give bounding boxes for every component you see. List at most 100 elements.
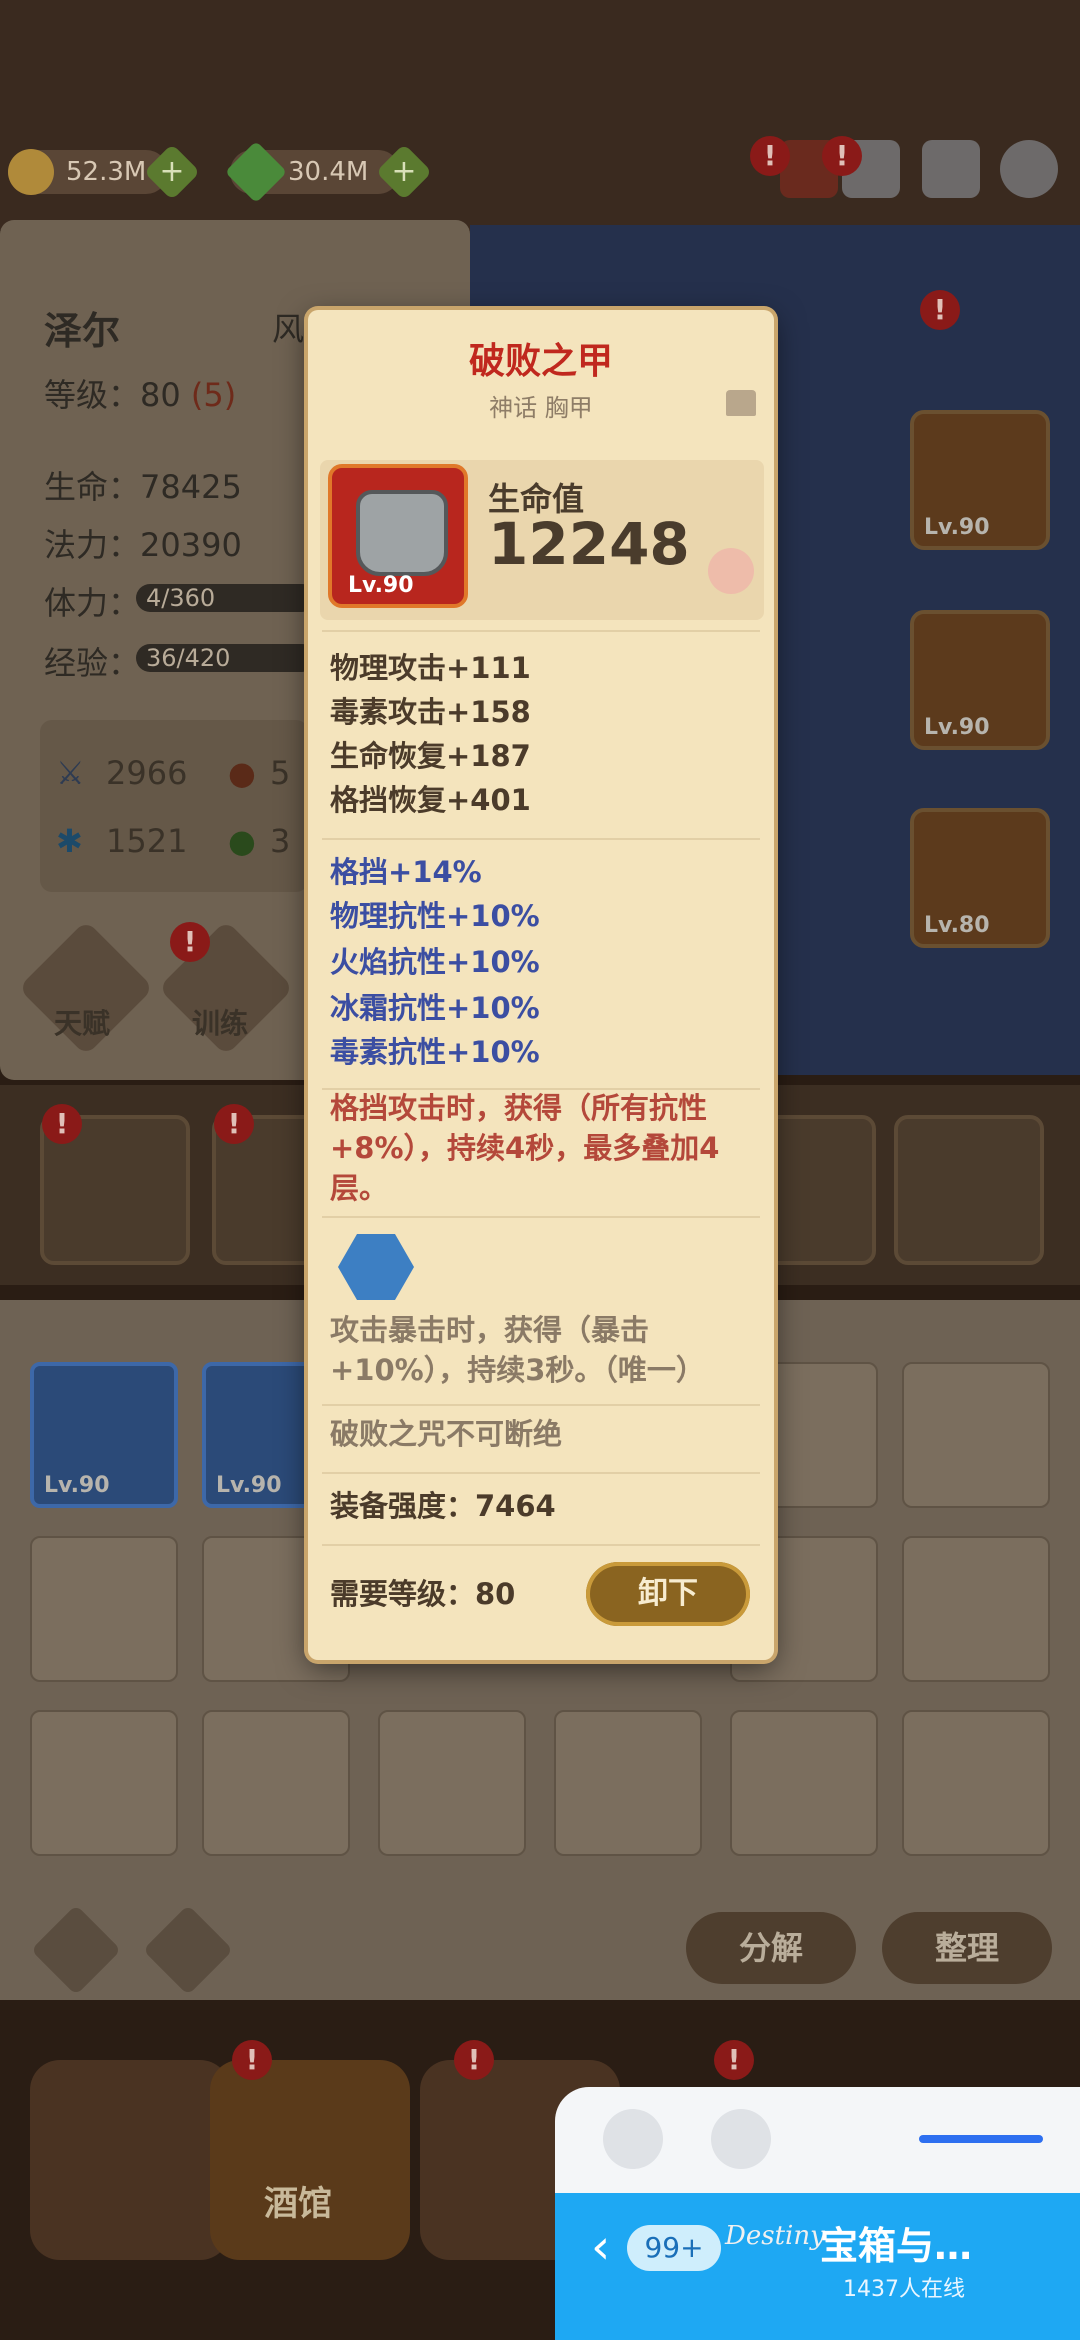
- back-icon[interactable]: ‹: [591, 2219, 610, 2275]
- inventory-slot[interactable]: [902, 1362, 1050, 1508]
- hp-row: 生命：78425: [44, 468, 242, 506]
- frost-icon: ✱: [56, 822, 83, 860]
- locked-slot-2[interactable]: [894, 1115, 1044, 1265]
- base-stat: 格挡恢复+401: [330, 783, 531, 817]
- set-effect-text: 格挡攻击时，获得（所有抗性+8%），持续4秒，最多叠加4层。: [330, 1091, 720, 1205]
- talent-label: 天赋: [54, 1007, 111, 1040]
- train-label: 训练: [192, 1007, 249, 1040]
- alert-icon: !: [454, 2040, 494, 2080]
- nav-town[interactable]: [30, 2060, 230, 2260]
- tooltip-header: 破败之甲 神话 胸甲: [308, 310, 774, 422]
- add-gems-button[interactable]: +: [375, 143, 433, 201]
- alert-icon: !: [232, 2040, 272, 2080]
- inventory-slot[interactable]: [378, 1710, 526, 1856]
- poison-icon: ●: [228, 822, 256, 860]
- equipment-slot-trinket[interactable]: Lv.80: [910, 808, 1050, 948]
- live-room-bar: ‹ 99+ Destiny 宝箱与… 1437人在线: [555, 2193, 1080, 2340]
- room-title[interactable]: 宝箱与…: [820, 2215, 972, 2270]
- destiny-logo: Destiny: [725, 2221, 825, 2251]
- gold-counter: 52.3M +: [8, 143, 201, 201]
- gold-coin-icon: [8, 149, 54, 195]
- alert-icon: !: [214, 1104, 254, 1144]
- exp-label: 经验：: [44, 644, 141, 682]
- item-type: 神话 胸甲: [489, 394, 593, 422]
- inventory-slot[interactable]: [902, 1710, 1050, 1856]
- gem-effect-text: 攻击暴击时，获得（暴击+10%），持续3秒。（唯一）: [330, 1313, 705, 1387]
- gold-amount: 52.3M: [66, 157, 147, 187]
- inventory-slot[interactable]: [30, 1536, 178, 1682]
- poison-value: 3: [270, 822, 291, 860]
- equipment-power: 装备强度：7464: [330, 1489, 556, 1523]
- alert-icon: !: [714, 2040, 754, 2080]
- hero-attributes: [40, 720, 308, 892]
- base-stat: 生命恢复+187: [330, 739, 531, 773]
- stamina-label: 体力：: [44, 584, 141, 622]
- mana-row: 法力：20390: [44, 526, 242, 564]
- inventory-slot[interactable]: [202, 1710, 350, 1856]
- base-stat: 毒素攻击+158: [330, 695, 531, 729]
- inventory-slot[interactable]: [902, 1536, 1050, 1682]
- chest-armor-icon: [726, 390, 756, 416]
- item-level: Lv.90: [348, 573, 414, 598]
- divider: [322, 838, 760, 840]
- fire-value: 5: [270, 754, 291, 792]
- divider: [322, 1216, 760, 1218]
- frost-value: 1521: [106, 822, 188, 860]
- bonus-stat: 毒素抗性+10%: [330, 1035, 540, 1069]
- inventory-slot[interactable]: [730, 1710, 878, 1856]
- divider: [322, 1544, 760, 1546]
- fire-icon: ●: [228, 754, 256, 792]
- alert-icon: !: [42, 1104, 82, 1144]
- alert-icon: !: [822, 136, 862, 176]
- base-stat: 物理攻击+111: [330, 651, 531, 685]
- bonus-stat: 格挡+14%: [330, 855, 482, 889]
- breastplate-icon: Lv.90: [328, 464, 468, 608]
- curse-text: 破败之咒不可断绝: [330, 1417, 563, 1451]
- hero-class: 风: [272, 310, 305, 348]
- item-tooltip: 破败之甲 神话 胸甲 Lv.90 生命值 12248 物理攻击+111 毒素攻击…: [308, 310, 774, 1660]
- sword-icon: ⚔: [56, 754, 85, 792]
- bonus-stat: 物理抗性+10%: [330, 899, 540, 933]
- required-level: 需要等级：80: [330, 1577, 516, 1611]
- inventory-slot[interactable]: Lv.90: [30, 1362, 178, 1508]
- add-gold-button[interactable]: +: [143, 143, 201, 201]
- main-stat-value: 12248: [488, 510, 690, 578]
- mail-icon[interactable]: [922, 140, 980, 198]
- bonus-stat: 火焰抗性+10%: [330, 945, 540, 979]
- minimize-icon[interactable]: [711, 2109, 771, 2169]
- top-bar: [0, 0, 1080, 230]
- divider: [322, 1472, 760, 1474]
- divider: [322, 630, 760, 632]
- alert-icon: !: [920, 290, 960, 330]
- gem-socket-icon: [338, 1234, 414, 1300]
- unequip-button[interactable]: 卸下: [586, 1562, 750, 1626]
- fullscreen-toggle-icon[interactable]: [603, 2109, 663, 2169]
- nav-tavern-label: 酒馆: [264, 2184, 332, 2224]
- gem-amount: 30.4M: [288, 157, 369, 187]
- equipment-slot-chest[interactable]: Lv.90: [910, 610, 1050, 750]
- sort-button[interactable]: 整理: [882, 1912, 1052, 1984]
- stamina-bar: 4/360: [136, 584, 316, 612]
- attack-value: 2966: [106, 754, 188, 792]
- drag-handle[interactable]: [919, 2135, 1043, 2143]
- heart-icon: [708, 548, 754, 594]
- inventory-slot[interactable]: [30, 1710, 178, 1856]
- item-main-stat: Lv.90 生命值 12248: [320, 460, 764, 620]
- exp-bar: 36/420: [136, 644, 316, 672]
- floating-widget: ‹ 99+ Destiny 宝箱与… 1437人在线: [555, 2087, 1080, 2340]
- item-name: 破败之甲: [468, 341, 613, 382]
- equipment-slot-ring[interactable]: Lv.90: [910, 410, 1050, 550]
- gem-counter: 30.4M +: [224, 140, 433, 204]
- hero-name: 泽尔: [44, 309, 121, 353]
- online-count: 1437人在线: [843, 2277, 965, 2302]
- unread-badge: 99+: [627, 2225, 721, 2271]
- bonus-stat: 冰霜抗性+10%: [330, 991, 540, 1025]
- divider: [322, 1404, 760, 1406]
- level-row: 等级：80 (5): [44, 376, 237, 414]
- alert-icon: !: [750, 136, 790, 176]
- decompose-button[interactable]: 分解: [686, 1912, 856, 1984]
- gear-icon[interactable]: [1000, 140, 1058, 198]
- inventory-slot[interactable]: [554, 1710, 702, 1856]
- alert-icon: !: [170, 922, 210, 962]
- nav-tavern[interactable]: [210, 2060, 410, 2260]
